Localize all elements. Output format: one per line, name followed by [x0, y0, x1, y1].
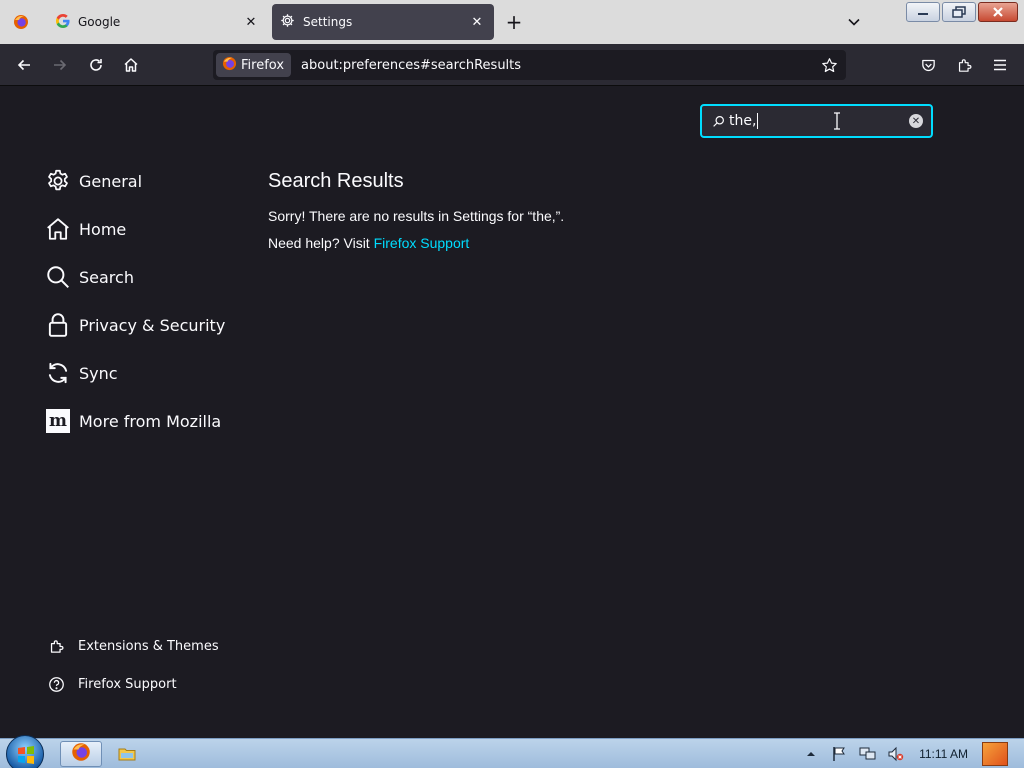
category-more-from-mozilla[interactable]: m More from Mozilla [44, 405, 221, 437]
folder-icon [118, 748, 136, 761]
forward-button[interactable] [48, 53, 72, 77]
chevron-down-icon [848, 18, 860, 26]
window-controls [906, 2, 1018, 22]
star-icon [821, 57, 837, 72]
identity-label: Firefox [241, 57, 285, 73]
hamburger-menu-icon [994, 59, 1006, 71]
app-menu-button[interactable] [988, 53, 1012, 77]
category-label: General [79, 171, 143, 191]
lock-icon [44, 311, 72, 339]
search-icon [711, 114, 725, 128]
category-general[interactable]: General [44, 165, 142, 197]
minimize-icon [918, 13, 928, 15]
home-button[interactable] [119, 53, 143, 77]
mozilla-icon: m [44, 407, 72, 435]
windows-logo-icon [18, 746, 34, 764]
puzzle-icon [958, 58, 971, 72]
category-label: Home [79, 219, 127, 239]
list-all-tabs-button[interactable] [842, 10, 866, 34]
reload-icon [90, 59, 102, 71]
taskbar-firefox-button[interactable] [60, 741, 102, 767]
gear-icon [44, 167, 72, 195]
tab-google[interactable]: Google ✕ [44, 4, 268, 40]
back-button[interactable] [12, 53, 36, 77]
firefox-logo-icon [71, 742, 91, 766]
need-help-text: Need help? Visit Firefox Support [268, 235, 469, 251]
network-icon[interactable] [858, 745, 876, 763]
taskbar-clock[interactable]: 11:11 AM [919, 747, 968, 761]
home-icon [44, 215, 72, 243]
pocket-button[interactable] [916, 53, 940, 77]
category-label: Sync [79, 363, 118, 383]
close-tab-icon[interactable]: ✕ [242, 13, 260, 31]
settings-search-input[interactable]: the, ✕ [700, 104, 933, 138]
volume-muted-icon[interactable] [886, 745, 904, 763]
footer-link-label: Extensions & Themes [78, 638, 219, 654]
action-center-flag-icon[interactable] [830, 745, 848, 763]
sync-icon [44, 359, 72, 387]
back-arrow-icon [17, 59, 30, 71]
firefox-logo-icon[interactable] [0, 0, 42, 44]
tab-title: Settings [303, 15, 353, 29]
category-sync[interactable]: Sync [44, 357, 118, 389]
taskbar-explorer-button[interactable] [110, 741, 144, 767]
forward-arrow-icon [54, 59, 67, 71]
tab-strip: Google ✕ Settings ✕ + [0, 0, 1024, 44]
show-hidden-icons-icon[interactable] [802, 745, 820, 763]
show-desktop-button[interactable] [982, 742, 1008, 766]
tab-settings[interactable]: Settings ✕ [272, 4, 494, 40]
help-icon [46, 674, 66, 694]
google-icon [56, 13, 70, 31]
system-tray: 11:11 AM [797, 739, 1024, 768]
gear-icon [280, 13, 295, 31]
footer-link-label: Firefox Support [78, 676, 177, 692]
category-label: More from Mozilla [79, 411, 222, 431]
search-results-heading: Search Results [268, 170, 404, 192]
text-caret [757, 113, 759, 129]
close-window-button[interactable] [978, 2, 1018, 22]
category-search[interactable]: Search [44, 261, 134, 293]
settings-page: the, ✕ General Home Search Privacy & Sec… [0, 86, 1024, 738]
tab-title: Google [78, 15, 121, 29]
new-tab-button[interactable]: + [502, 10, 526, 34]
reload-button[interactable] [84, 53, 108, 77]
search-value: the, [729, 113, 757, 129]
search-icon [44, 263, 72, 291]
no-results-message: Sorry! There are no results in Settings … [268, 208, 565, 224]
windows-taskbar: 11:11 AM [0, 735, 1024, 768]
firefox-support-link[interactable]: Firefox Support [46, 672, 177, 696]
category-label: Privacy & Security [79, 315, 226, 335]
minimize-button[interactable] [906, 2, 940, 22]
puzzle-icon [46, 636, 66, 656]
identity-box[interactable]: Firefox [216, 53, 292, 77]
extensions-themes-link[interactable]: Extensions & Themes [46, 634, 219, 658]
need-help-prefix: Need help? Visit [268, 235, 374, 251]
restore-button[interactable] [942, 2, 976, 22]
pocket-icon [921, 59, 935, 71]
category-label: Search [79, 267, 134, 287]
home-icon [124, 58, 138, 72]
category-privacy-security[interactable]: Privacy & Security [44, 309, 225, 341]
firefox-logo-icon [222, 56, 237, 75]
clear-search-button[interactable]: ✕ [909, 114, 923, 128]
navigation-toolbar: Firefox about:preferences#searchResults [0, 44, 1024, 86]
start-button[interactable] [6, 735, 44, 768]
firefox-support-link[interactable]: Firefox Support [374, 235, 470, 251]
restore-icon [952, 6, 966, 18]
url-text[interactable]: about:preferences#searchResults [301, 58, 521, 73]
close-icon [993, 7, 1003, 17]
url-bar[interactable]: Firefox about:preferences#searchResults [213, 50, 846, 80]
close-tab-icon[interactable]: ✕ [468, 13, 486, 31]
bookmark-star-button[interactable] [818, 54, 840, 76]
ibeam-cursor-icon [834, 112, 840, 130]
category-home[interactable]: Home [44, 213, 126, 245]
extensions-button[interactable] [952, 53, 976, 77]
